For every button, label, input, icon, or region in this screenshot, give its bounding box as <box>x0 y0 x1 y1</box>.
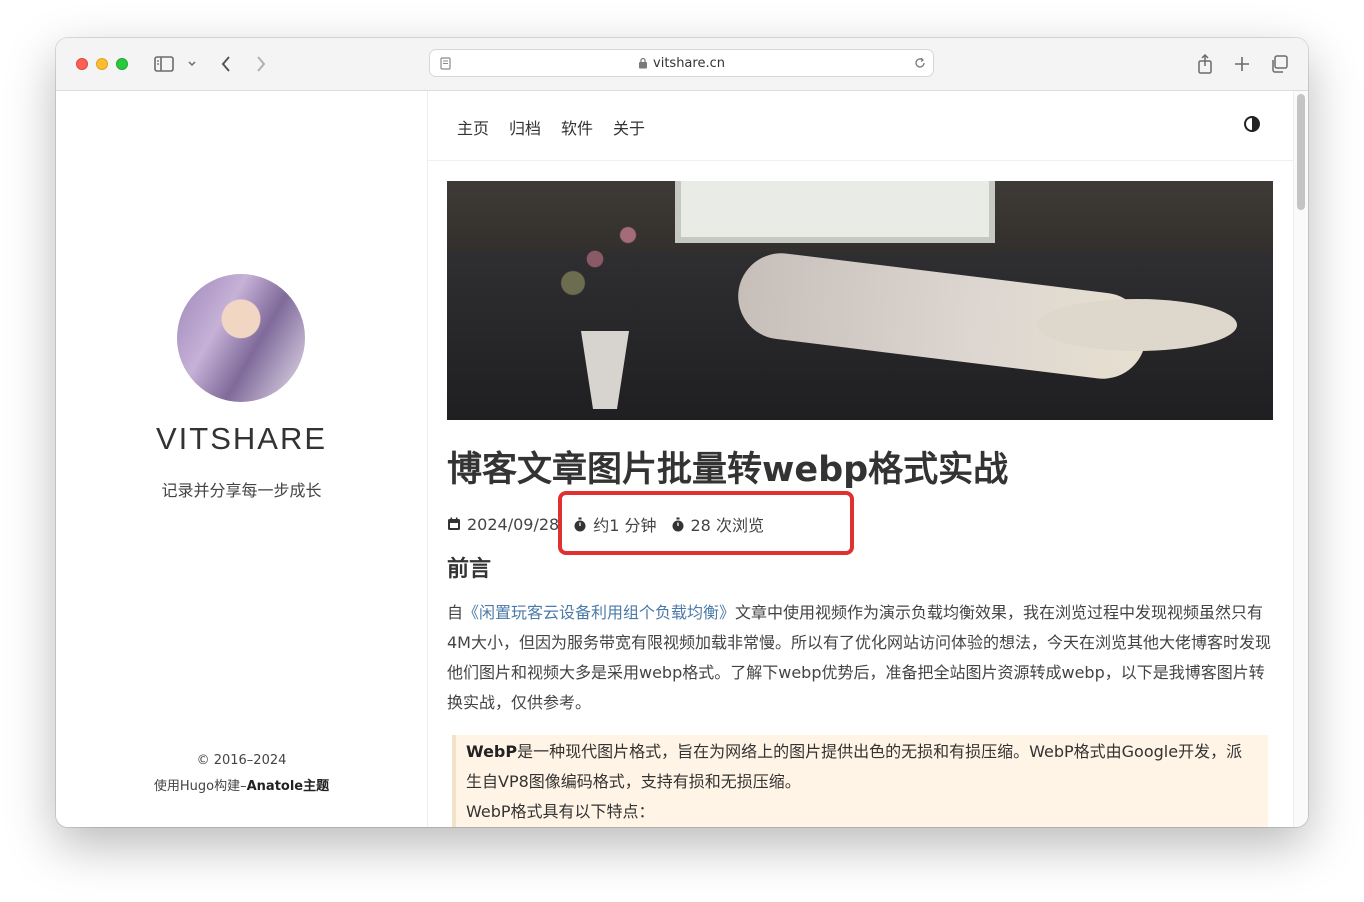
nav-item-archive[interactable]: 归档 <box>509 115 541 139</box>
forward-icon[interactable] <box>251 53 271 75</box>
footer-copyright: © 2016–2024 <box>196 753 287 768</box>
lock-icon <box>639 57 648 69</box>
browser-window: vitshare.cn VITSHARE 记录并分享每一步成长 © 2016–2… <box>56 38 1308 827</box>
address-bar[interactable]: vitshare.cn <box>429 49 934 77</box>
browser-toolbar: vitshare.cn <box>56 38 1308 91</box>
minimize-window-button[interactable] <box>96 58 108 70</box>
article-date: 2024/09/28 <box>467 514 560 534</box>
calendar-icon <box>448 517 460 530</box>
url-display[interactable]: vitshare.cn <box>430 50 933 76</box>
footer-built-with: 使用Hugo构建–Anatole主题 <box>56 775 427 794</box>
article-cover-image <box>447 181 1273 420</box>
site-tagline: 记录并分享每一步成长 <box>161 481 322 500</box>
section-heading: 前言 <box>447 557 492 582</box>
site-name[interactable]: VITSHARE <box>56 421 427 457</box>
para-prefix: 自 <box>447 603 464 622</box>
close-window-button[interactable] <box>76 58 88 70</box>
related-article-link[interactable]: 《闲置玩客云设备利用组个负载均衡》 <box>463 603 735 622</box>
cover-window-shape <box>675 181 995 243</box>
webp-quote-block: WebP是一种现代图片格式，旨在为网络上的图片提供出色的无损和有损压缩。WebP… <box>452 735 1268 827</box>
back-icon[interactable] <box>216 53 236 75</box>
scrollbar-thumb[interactable] <box>1297 94 1305 210</box>
nav-item-software[interactable]: 软件 <box>561 115 593 139</box>
quote-text-1: 是一种现代图片格式，旨在为网络上的图片提供出色的无损和有损压缩。WebP格式由G… <box>466 742 1243 791</box>
intro-paragraph: 自《闲置玩客云设备利用组个负载均衡》文章中使用视频作为演示负载均衡效果，我在浏览… <box>447 598 1273 718</box>
zoom-window-button[interactable] <box>116 58 128 70</box>
cover-flowers-shape <box>551 211 661 331</box>
new-tab-icon[interactable] <box>1231 53 1253 75</box>
main-content: 主页 归档 软件 关于 博客文章图片批量转webp格式实战 2024/09/28… <box>428 91 1294 827</box>
chevron-down-icon[interactable] <box>185 56 199 72</box>
article-title: 博客文章图片批量转webp格式实战 <box>447 450 1009 490</box>
annotation-highlight-box <box>558 491 854 555</box>
sidebar-icon[interactable] <box>153 54 175 74</box>
quote-line-1: WebP是一种现代图片格式，旨在为网络上的图片提供出色的无损和有损压缩。WebP… <box>466 737 1258 797</box>
quote-bold-term: WebP <box>466 742 518 761</box>
nav-item-about[interactable]: 关于 <box>613 115 645 139</box>
url-text: vitshare.cn <box>653 55 725 71</box>
reload-icon[interactable] <box>913 56 927 70</box>
tabs-overview-icon[interactable] <box>1268 53 1290 75</box>
theme-toggle-icon[interactable] <box>1244 116 1260 132</box>
top-nav: 主页 归档 软件 关于 <box>428 91 1294 161</box>
nav-item-home[interactable]: 主页 <box>457 115 489 139</box>
footer-built-prefix: 使用Hugo构建– <box>153 779 247 794</box>
cover-pillow-shape <box>1037 299 1237 351</box>
footer-theme-link[interactable]: Anatole主题 <box>247 779 330 794</box>
quote-text-2: WebP格式具有以下特点： <box>466 802 655 821</box>
share-icon[interactable] <box>1194 52 1216 76</box>
site-sidebar: VITSHARE 记录并分享每一步成长 © 2016–2024 使用Hugo构建… <box>56 91 428 827</box>
meta-date: 2024/09/28 <box>447 515 559 534</box>
avatar[interactable] <box>177 274 305 402</box>
